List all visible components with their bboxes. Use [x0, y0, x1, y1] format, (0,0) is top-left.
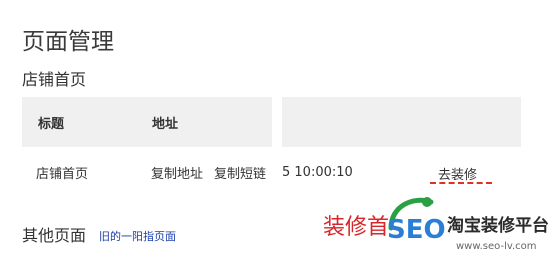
annotation-text: 装修首 — [323, 215, 390, 240]
table-header-right — [282, 97, 521, 147]
other-pages-title: 其他页面 — [22, 226, 87, 245]
section-title: 店铺首页 — [22, 70, 87, 89]
row-time: 5 10:00:10 — [282, 165, 353, 180]
decorate-link[interactable]: 去装修 — [438, 164, 477, 183]
column-header-title: 标题 — [38, 117, 65, 132]
page-title: 页面管理 — [22, 29, 114, 55]
watermark-title: 淘宝装修平台 — [447, 214, 549, 238]
old-page-link[interactable]: 旧的一阳指页面 — [99, 228, 176, 244]
row-title: 店铺首页 — [36, 167, 89, 182]
decorate-underline-highlight — [430, 182, 492, 184]
seo-logo: SEO — [387, 197, 445, 245]
column-header-address: 地址 — [152, 117, 179, 132]
logo-letters: SEO — [387, 215, 445, 245]
copy-address-button[interactable]: 复制地址 — [151, 163, 203, 182]
watermark-url: www.seo-lv.com — [456, 241, 537, 252]
logo-dot — [422, 197, 432, 207]
copy-short-link-button[interactable]: 复制短链 — [214, 163, 266, 182]
